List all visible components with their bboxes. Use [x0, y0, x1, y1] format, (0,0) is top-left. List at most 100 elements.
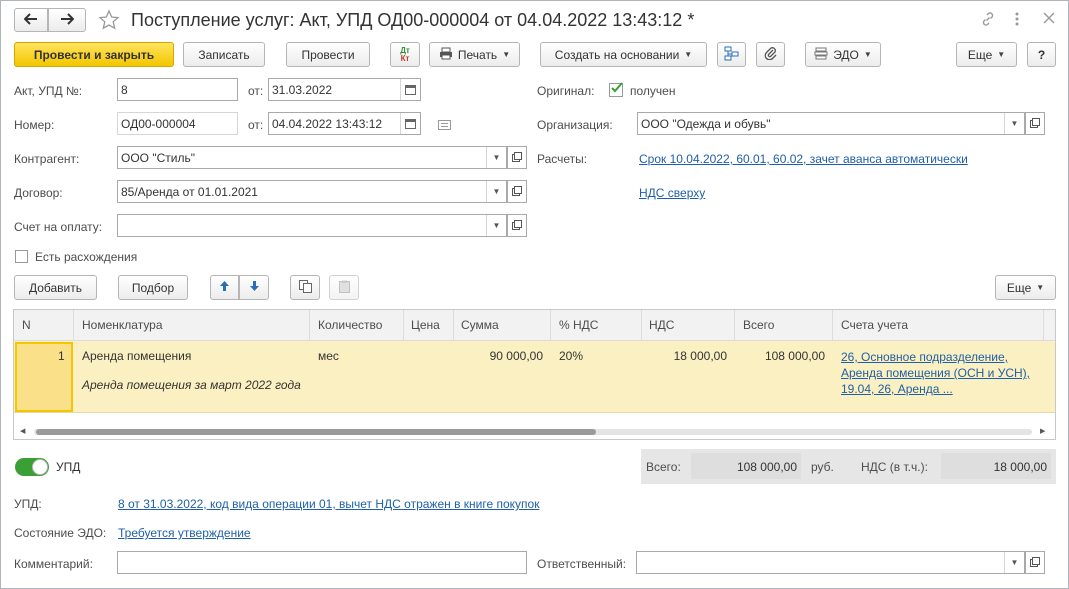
- open-icon: [1030, 556, 1040, 570]
- services-table: N Номенклатура Количество Цена Сумма % Н…: [13, 309, 1056, 440]
- number-date-input[interactable]: 04.04.2022 13:43:12: [268, 112, 421, 135]
- invoice-input[interactable]: ▼: [117, 214, 507, 237]
- row-vat-rate[interactable]: 20%: [559, 349, 583, 363]
- responsible-input[interactable]: ▼: [636, 551, 1025, 574]
- comment-label: Комментарий:: [14, 557, 93, 571]
- vat-included-label: НДС (в т.ч.):: [861, 460, 928, 474]
- discrepancy-checkbox[interactable]: [15, 250, 28, 263]
- organization-label: Организация:: [537, 118, 613, 132]
- act-date-label: от:: [248, 84, 264, 98]
- add-button[interactable]: Добавить: [14, 275, 97, 300]
- row-total[interactable]: 108 000,00: [735, 349, 825, 363]
- responsible-label: Ответственный:: [537, 557, 627, 571]
- help-button[interactable]: ?: [1027, 42, 1056, 67]
- header-vat-rate[interactable]: % НДС: [559, 318, 598, 332]
- open-invoice-button[interactable]: [507, 214, 527, 237]
- edo-icon: [814, 47, 828, 63]
- contract-label: Договор:: [14, 186, 63, 200]
- act-number-input[interactable]: 8: [117, 78, 238, 101]
- calendar-icon[interactable]: [400, 113, 420, 134]
- horizontal-scrollbar[interactable]: ◀ ▶: [14, 425, 1055, 439]
- contract-input[interactable]: 85/Аренда от 01.01.2021 ▼: [117, 180, 507, 203]
- header-vat[interactable]: НДС: [649, 318, 674, 332]
- header-item[interactable]: Номенклатура: [82, 318, 163, 332]
- header-total[interactable]: Всего: [743, 318, 774, 332]
- scroll-right-icon[interactable]: ▶: [1040, 427, 1045, 435]
- window-title: Поступление услуг: Акт, УПД ОД00-000004 …: [131, 10, 695, 30]
- back-button[interactable]: [14, 8, 48, 32]
- header-accounts[interactable]: Счета учета: [841, 318, 908, 332]
- original-checkbox[interactable]: [609, 82, 623, 97]
- header-quantity[interactable]: Количество: [318, 318, 382, 332]
- vat-on-top-link[interactable]: НДС сверху: [639, 186, 705, 200]
- arrow-right-icon: [60, 12, 75, 28]
- row-accounts-link[interactable]: 26, Основное подразделение, Аренда помещ…: [841, 349, 1033, 397]
- row-vat[interactable]: 18 000,00: [642, 349, 727, 363]
- calendar-icon[interactable]: [400, 79, 420, 100]
- print-button[interactable]: Печать ▼: [429, 42, 520, 67]
- arrow-down-icon: [249, 280, 260, 295]
- post-button[interactable]: Провести: [286, 42, 370, 67]
- total-label: Всего:: [646, 460, 681, 474]
- paste-icon: [338, 280, 351, 296]
- dt-kt-button[interactable]: Дт Кт: [390, 42, 420, 67]
- copy-button[interactable]: [290, 275, 320, 300]
- header-price[interactable]: Цена: [411, 318, 440, 332]
- row-unit[interactable]: мес: [318, 349, 339, 363]
- row-item[interactable]: Аренда помещения: [82, 349, 191, 363]
- upd-toggle[interactable]: [15, 458, 49, 476]
- scroll-left-icon[interactable]: ◀: [20, 427, 25, 435]
- paste-button[interactable]: [329, 275, 359, 300]
- attach-button[interactable]: [756, 42, 785, 67]
- move-up-button[interactable]: [210, 275, 239, 300]
- original-checkbox-label: получен: [630, 84, 676, 98]
- select-button[interactable]: Подбор: [118, 275, 188, 300]
- edo-button[interactable]: ЭДО ▼: [805, 42, 881, 67]
- open-organization-button[interactable]: [1025, 112, 1045, 135]
- header-n[interactable]: N: [22, 318, 31, 332]
- structure-button[interactable]: [717, 42, 746, 67]
- contract-value: 85/Аренда от 01.01.2021: [121, 185, 258, 199]
- more-button[interactable]: Еще ▼: [956, 42, 1017, 67]
- upd-link[interactable]: 8 от 31.03.2022, код вида операции 01, в…: [118, 497, 539, 511]
- settlements-link[interactable]: Срок 10.04.2022, 60.01, 60.02, зачет ава…: [639, 152, 968, 166]
- chevron-down-icon[interactable]: ▼: [486, 215, 506, 236]
- table-more-button[interactable]: Еще ▼: [995, 275, 1056, 300]
- contractor-value: ООО "Стиль": [121, 151, 195, 165]
- open-icon: [512, 185, 522, 199]
- act-date-input[interactable]: 31.03.2022: [268, 78, 421, 101]
- chevron-down-icon[interactable]: ▼: [1004, 552, 1024, 573]
- row-sum[interactable]: 90 000,00: [454, 349, 543, 363]
- edo-state-link[interactable]: Требуется утверждение: [118, 526, 251, 540]
- number-date-label: от:: [248, 118, 264, 132]
- move-down-button[interactable]: [239, 275, 269, 300]
- more-vertical-icon[interactable]: [1014, 11, 1020, 30]
- open-responsible-button[interactable]: [1025, 551, 1045, 574]
- contractor-input[interactable]: ООО "Стиль" ▼: [117, 146, 507, 169]
- table-more-label: Еще: [1006, 280, 1032, 295]
- save-button[interactable]: Записать: [183, 42, 265, 67]
- forward-button[interactable]: [48, 8, 86, 32]
- caret-down-icon: ▼: [997, 50, 1006, 59]
- chevron-down-icon[interactable]: ▼: [1004, 113, 1024, 134]
- create-based-on-button[interactable]: Создать на основании ▼: [540, 42, 707, 67]
- close-icon[interactable]: [1043, 12, 1055, 27]
- upd-label: УПД:: [14, 497, 42, 511]
- scrollbar-thumb[interactable]: [36, 429, 596, 435]
- open-contract-button[interactable]: [507, 180, 527, 203]
- caret-down-icon: ▼: [684, 50, 693, 59]
- organization-input[interactable]: ООО "Одежда и обувь" ▼: [637, 112, 1025, 135]
- star-favorite-icon[interactable]: [98, 9, 120, 34]
- caret-down-icon: ▼: [1036, 283, 1045, 292]
- discrepancy-label: Есть расхождения: [35, 250, 138, 264]
- comment-lines-icon[interactable]: [438, 119, 451, 133]
- comment-input[interactable]: [117, 551, 527, 574]
- number-input[interactable]: ОД00-000004: [117, 112, 238, 135]
- open-contractor-button[interactable]: [507, 146, 527, 169]
- chevron-down-icon[interactable]: ▼: [486, 147, 506, 168]
- link-icon[interactable]: [980, 11, 996, 30]
- post-and-close-button[interactable]: Провести и закрыть: [14, 42, 174, 67]
- chevron-down-icon[interactable]: ▼: [486, 181, 506, 202]
- header-sum[interactable]: Сумма: [461, 318, 499, 332]
- row-item-note[interactable]: Аренда помещения за март 2022 года: [82, 377, 302, 393]
